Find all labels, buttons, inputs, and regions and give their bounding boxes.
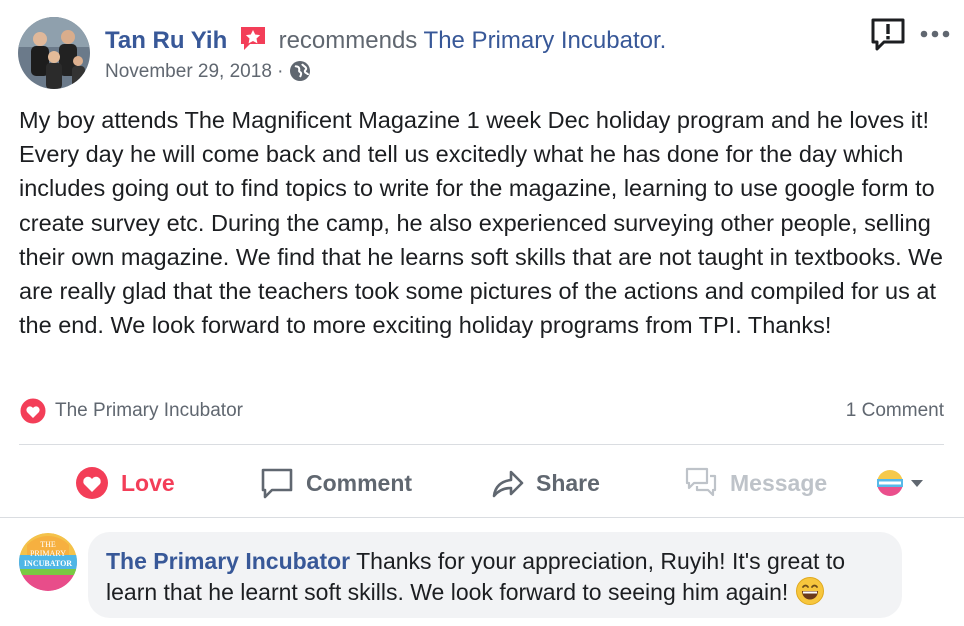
more-icon[interactable]: [920, 27, 950, 41]
comment-icon: [261, 468, 293, 499]
post-body: My boy attends The Magnificent Magazine …: [19, 107, 943, 339]
message-icon: [685, 467, 717, 497]
author-name[interactable]: Tan Ru Yih: [105, 27, 227, 54]
comment-author[interactable]: The Primary Incubator: [106, 548, 350, 574]
message-button[interactable]: Message: [684, 460, 827, 506]
comment-bubble: The Primary Incubator Thanks for your ap…: [88, 532, 902, 618]
love-label: Love: [121, 469, 175, 496]
page-avatar-small: [876, 469, 904, 497]
globe-icon: [289, 60, 311, 82]
recommended-page-link[interactable]: The Primary Incubator.: [424, 27, 667, 54]
comment-button[interactable]: Comment: [260, 460, 412, 506]
post-meta: November 29, 2018 ·: [105, 60, 311, 83]
share-button[interactable]: Share: [492, 460, 600, 506]
meta-separator: ·: [277, 61, 284, 82]
grin-emoji-icon: [795, 576, 825, 606]
avatar-text-primary: PRIMARY: [30, 549, 66, 558]
comment-count[interactable]: 1 Comment: [846, 400, 944, 422]
action-bar: Love Comment Share Message: [0, 460, 964, 506]
comment-as-selector[interactable]: [876, 460, 924, 506]
recommend-icon: [238, 24, 268, 52]
recommends-verb: recommends: [278, 27, 418, 54]
author-avatar[interactable]: [18, 17, 90, 89]
love-icon: [76, 467, 108, 499]
commenter-avatar[interactable]: THE PRIMARY INCUBATOR: [19, 533, 77, 591]
chevron-down-icon: [911, 480, 923, 487]
avatar-text-incubator: INCUBATOR: [24, 559, 72, 568]
message-label: Message: [730, 469, 828, 496]
reactions-summary[interactable]: The Primary Incubator: [19, 397, 243, 425]
post-header-line: Tan Ru Yih recommends The Primary Incuba…: [105, 24, 666, 55]
share-label: Share: [536, 469, 600, 496]
divider: [0, 517, 964, 518]
love-button[interactable]: Love: [75, 460, 175, 506]
share-icon: [492, 470, 524, 498]
post-date[interactable]: November 29, 2018: [105, 61, 272, 82]
love-reaction-icon: [19, 397, 47, 425]
avatar-text-the: THE: [40, 540, 56, 549]
comment-label: Comment: [306, 469, 413, 496]
report-icon[interactable]: [870, 17, 906, 53]
divider: [19, 444, 944, 445]
reactor-name: The Primary Incubator: [55, 400, 243, 421]
